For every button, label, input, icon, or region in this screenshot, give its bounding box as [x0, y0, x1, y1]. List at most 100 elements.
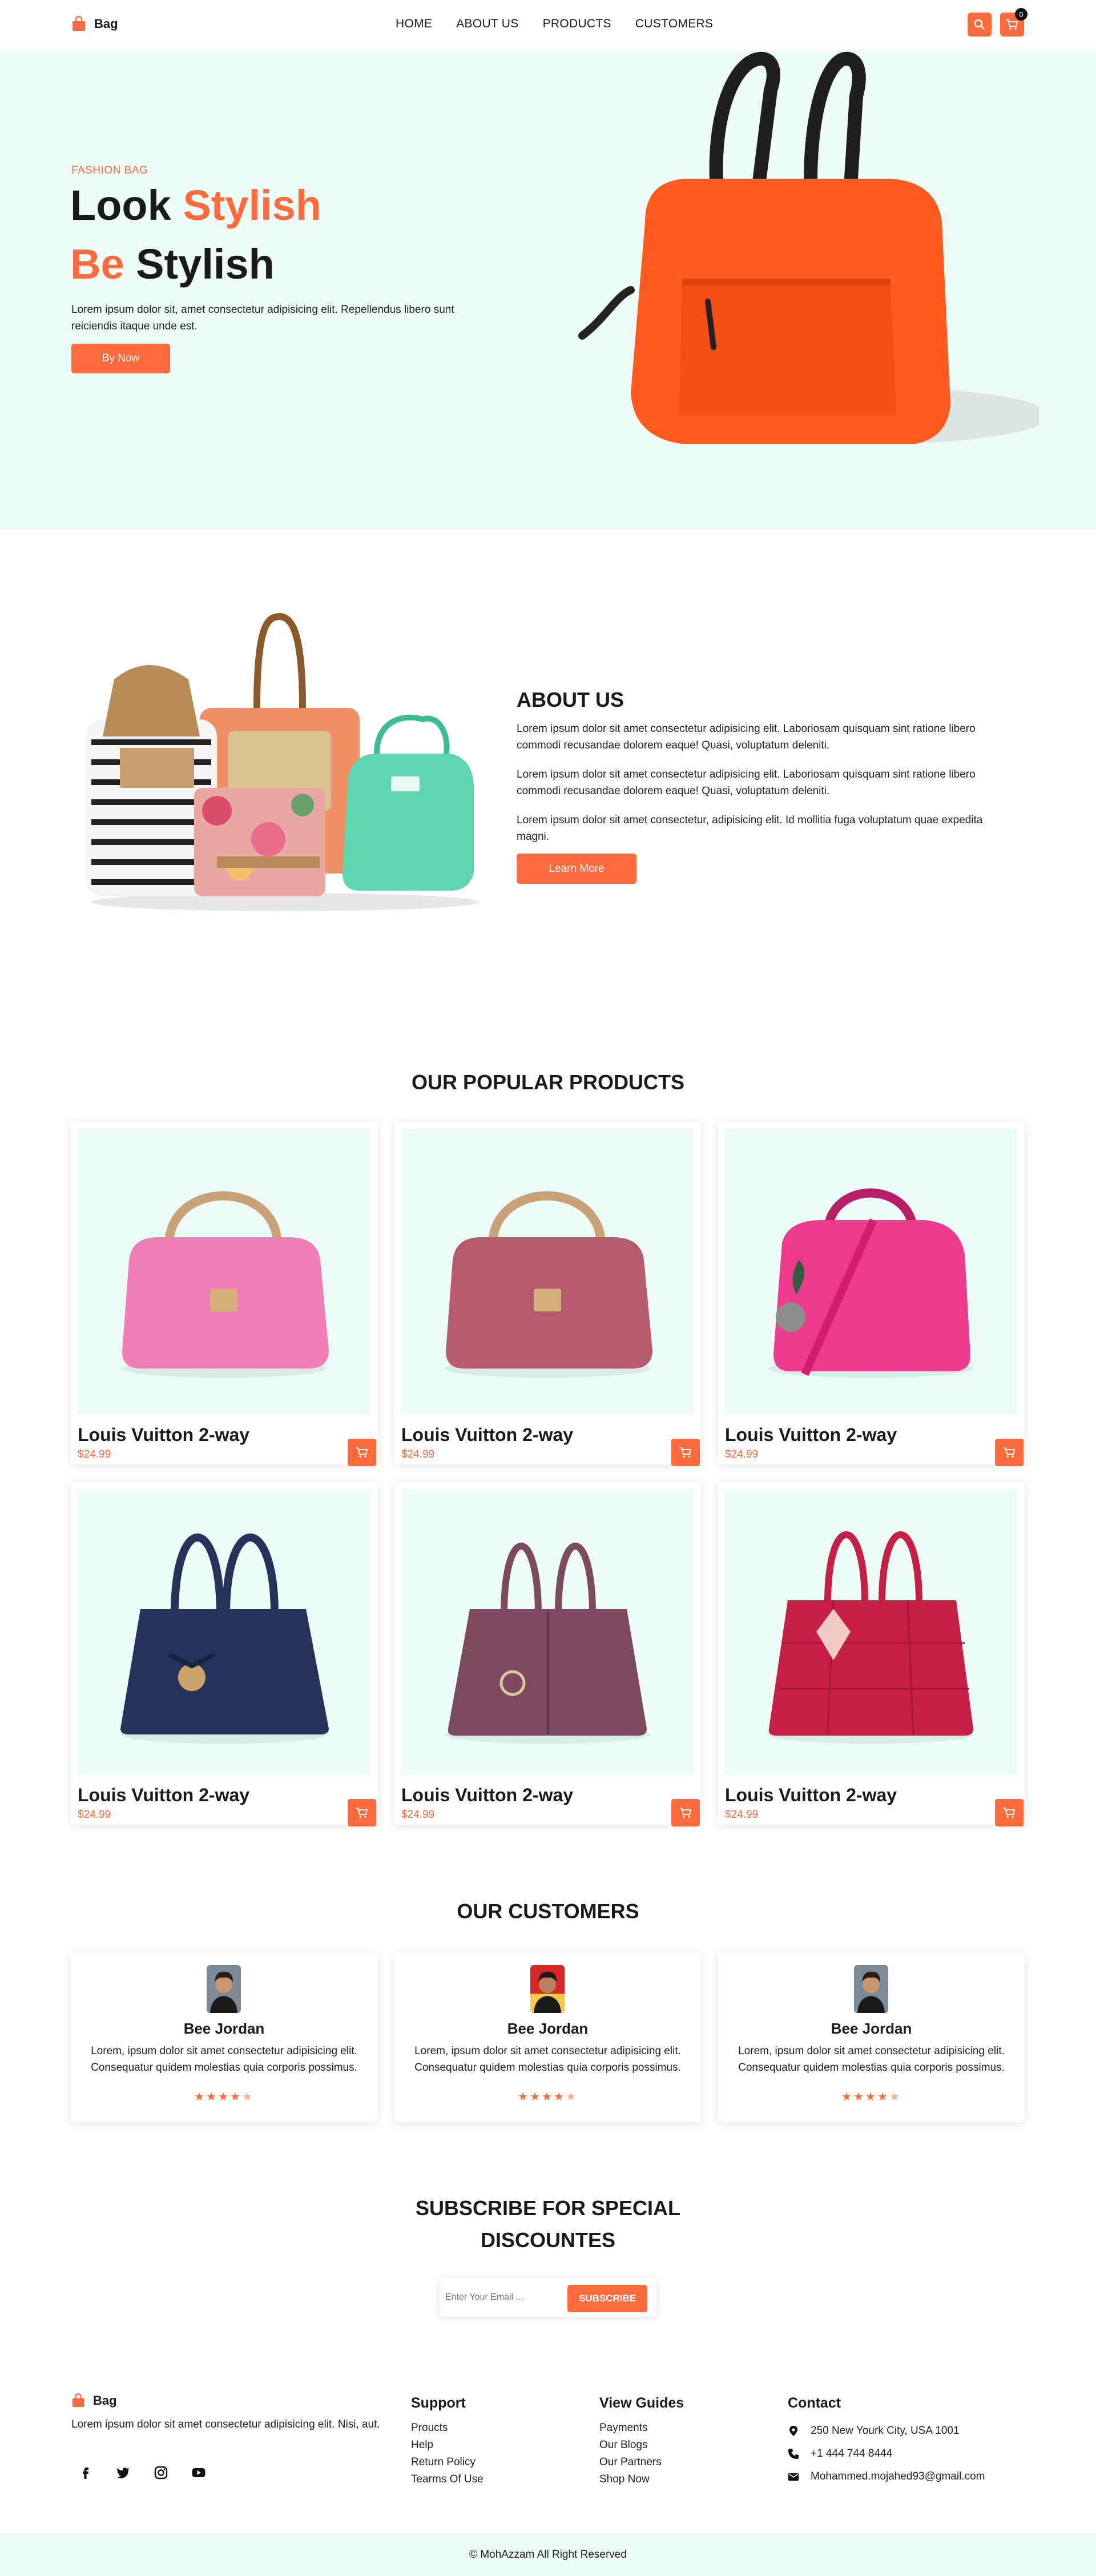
product-price: $24.99 — [78, 1448, 111, 1460]
product-card[interactable]: Louis Vuitton 2-way $24.99 — [394, 1482, 701, 1826]
add-to-cart-button[interactable] — [671, 1799, 700, 1826]
add-to-cart-button[interactable] — [995, 1439, 1024, 1466]
customer-review: Lorem, ipsum dolor sit amet consectetur … — [414, 2045, 681, 2074]
contact-address-row: 250 New Yourk City, USA 1001 — [788, 2420, 985, 2442]
customers-title: OUR CUSTOMERS — [457, 1899, 639, 1923]
footer-guides-title: View Guides — [599, 2395, 684, 2411]
instagram-icon[interactable] — [154, 2465, 168, 2480]
cart-icon — [356, 1808, 368, 1818]
email-icon — [788, 2473, 799, 2481]
footer-logo-text: Bag — [93, 2393, 117, 2408]
customer-review: Lorem, ipsum dolor sit amet consectetur … — [738, 2045, 1005, 2074]
add-to-cart-button[interactable] — [995, 1799, 1024, 1826]
contact-phone: +1 444 744 8444 — [811, 2448, 893, 2460]
footer-link-terms-of-use[interactable]: Tearms Of Use — [411, 2471, 483, 2488]
product-image — [78, 1489, 370, 1774]
product-price: $24.99 — [401, 1809, 435, 1821]
avatar — [530, 1965, 565, 2013]
footer-link-return-policy[interactable]: Return Policy — [411, 2454, 483, 2471]
bag-logo-icon — [72, 2393, 84, 2408]
product-price: $24.99 — [725, 1448, 759, 1460]
hero-description: Lorem ipsum dolor sit, amet consectetur … — [71, 304, 454, 332]
footer-link-shop-now[interactable]: Shop Now — [599, 2471, 684, 2488]
nav-home[interactable]: HOME — [396, 17, 432, 31]
add-to-cart-button[interactable] — [348, 1799, 376, 1826]
customer-card: Bee Jordan Lorem, ipsum dolor sit amet c… — [718, 1953, 1025, 2122]
add-to-cart-button[interactable] — [348, 1439, 376, 1466]
social-links — [78, 2465, 206, 2480]
product-name: Louis Vuitton 2-way — [78, 1785, 250, 1805]
product-price: $24.99 — [401, 1448, 435, 1460]
hero-heading-line-1: Look Stylish — [70, 184, 321, 227]
footer-guides-column: View Guides Payments Our Blogs Our Partn… — [599, 2395, 684, 2488]
learn-more-button[interactable]: Learn More — [517, 854, 636, 884]
contact-address: 250 New Yourk City, USA 1001 — [811, 2425, 960, 2437]
customer-review: Lorem, ipsum dolor sit amet consectetur … — [91, 2045, 357, 2074]
bag-logo-icon — [72, 16, 85, 31]
hero-bag-image — [578, 51, 1039, 444]
hero-word-be-accent: Be — [70, 240, 124, 288]
hero-heading-line-2: Be Stylish — [70, 243, 275, 285]
rating-stars: ★★★★★ — [518, 2091, 578, 2103]
product-image — [725, 1489, 1017, 1774]
product-name: Louis Vuitton 2-way — [401, 1424, 574, 1445]
subscribe-title-line-2: DISCOUNTES — [480, 2228, 616, 2252]
footer-logo[interactable]: Bag — [71, 2393, 117, 2408]
cart-icon — [1004, 1447, 1016, 1458]
product-name: Louis Vuitton 2-way — [401, 1785, 574, 1805]
footer-link-our-blogs[interactable]: Our Blogs — [599, 2437, 684, 2454]
hero-eyebrow: FASHION BAG — [71, 164, 148, 176]
cart-icon — [356, 1447, 368, 1458]
youtube-icon[interactable] — [191, 2465, 206, 2480]
about-paragraph-3: Lorem ipsum dolor sit amet consectetur, … — [517, 814, 983, 843]
product-card[interactable]: Louis Vuitton 2-way $24.99 — [394, 1122, 701, 1466]
footer-contact-column: Contact 250 New Yourk City, USA 1001 +1 … — [788, 2395, 985, 2488]
product-name: Louis Vuitton 2-way — [725, 1785, 897, 1805]
product-card[interactable]: Louis Vuitton 2-way $24.99 — [71, 1122, 377, 1466]
main-nav: HOME ABOUT US PRODUCTS CUSTOMERS — [396, 17, 713, 31]
avatar — [854, 1965, 888, 2013]
cart-icon — [1004, 1808, 1016, 1818]
logo-text: Bag — [94, 17, 118, 31]
phone-icon — [788, 2449, 799, 2459]
facebook-icon[interactable] — [78, 2465, 93, 2480]
footer-description: Lorem ipsum dolor sit amet consectetur a… — [71, 2418, 380, 2430]
subscribe-button[interactable]: SUBSCRIBE — [567, 2285, 647, 2312]
customer-name: Bee Jordan — [183, 2020, 265, 2037]
about-bags-image — [86, 613, 480, 911]
hero-word-look: Look — [70, 182, 171, 229]
cart-icon — [680, 1808, 692, 1818]
email-input[interactable] — [445, 2285, 559, 2310]
footer-link-our-partners[interactable]: Our Partners — [599, 2454, 684, 2471]
product-image — [725, 1129, 1017, 1414]
product-name: Louis Vuitton 2-way — [725, 1424, 897, 1445]
product-name: Louis Vuitton 2-way — [78, 1424, 250, 1445]
product-price: $24.99 — [725, 1809, 759, 1821]
product-card[interactable]: Louis Vuitton 2-way $24.99 — [718, 1122, 1025, 1466]
footer-link-help[interactable]: Help — [411, 2437, 483, 2454]
twitter-icon[interactable] — [116, 2465, 131, 2480]
footer-link-payments[interactable]: Payments — [599, 2420, 684, 2437]
nav-about-us[interactable]: ABOUT US — [456, 17, 518, 31]
cart-count-badge: 0 — [1015, 8, 1028, 21]
contact-phone-row: +1 444 744 8444 — [788, 2442, 985, 2465]
contact-email[interactable]: Mohammed.mojahed93@gmail.com — [811, 2465, 985, 2488]
copyright-bar: © MohAzzam All Right Reserved — [0, 2533, 1096, 2576]
rating-stars: ★★★★★ — [841, 2091, 901, 2103]
hero-word-stylish: Stylish — [136, 240, 275, 288]
product-card[interactable]: Louis Vuitton 2-way $24.99 — [718, 1482, 1025, 1826]
cart-icon — [1006, 19, 1018, 30]
about-title: ABOUT US — [517, 688, 624, 711]
product-card[interactable]: Louis Vuitton 2-way $24.99 — [71, 1482, 377, 1826]
about-paragraph-1: Lorem ipsum dolor sit amet consectetur a… — [517, 723, 976, 751]
footer-link-products[interactable]: Proucts — [411, 2420, 483, 2437]
search-button[interactable] — [968, 13, 992, 37]
add-to-cart-button[interactable] — [671, 1439, 700, 1466]
logo[interactable]: Bag — [71, 16, 118, 32]
products-title: OUR POPULAR PRODUCTS — [411, 1070, 685, 1094]
customer-card: Bee Jordan Lorem, ipsum dolor sit amet c… — [394, 1953, 701, 2122]
footer-support-title: Support — [411, 2395, 466, 2411]
nav-customers[interactable]: CUSTOMERS — [635, 17, 714, 31]
buy-now-button[interactable]: By Now — [71, 344, 170, 373]
nav-products[interactable]: PRODUCTS — [543, 17, 611, 31]
